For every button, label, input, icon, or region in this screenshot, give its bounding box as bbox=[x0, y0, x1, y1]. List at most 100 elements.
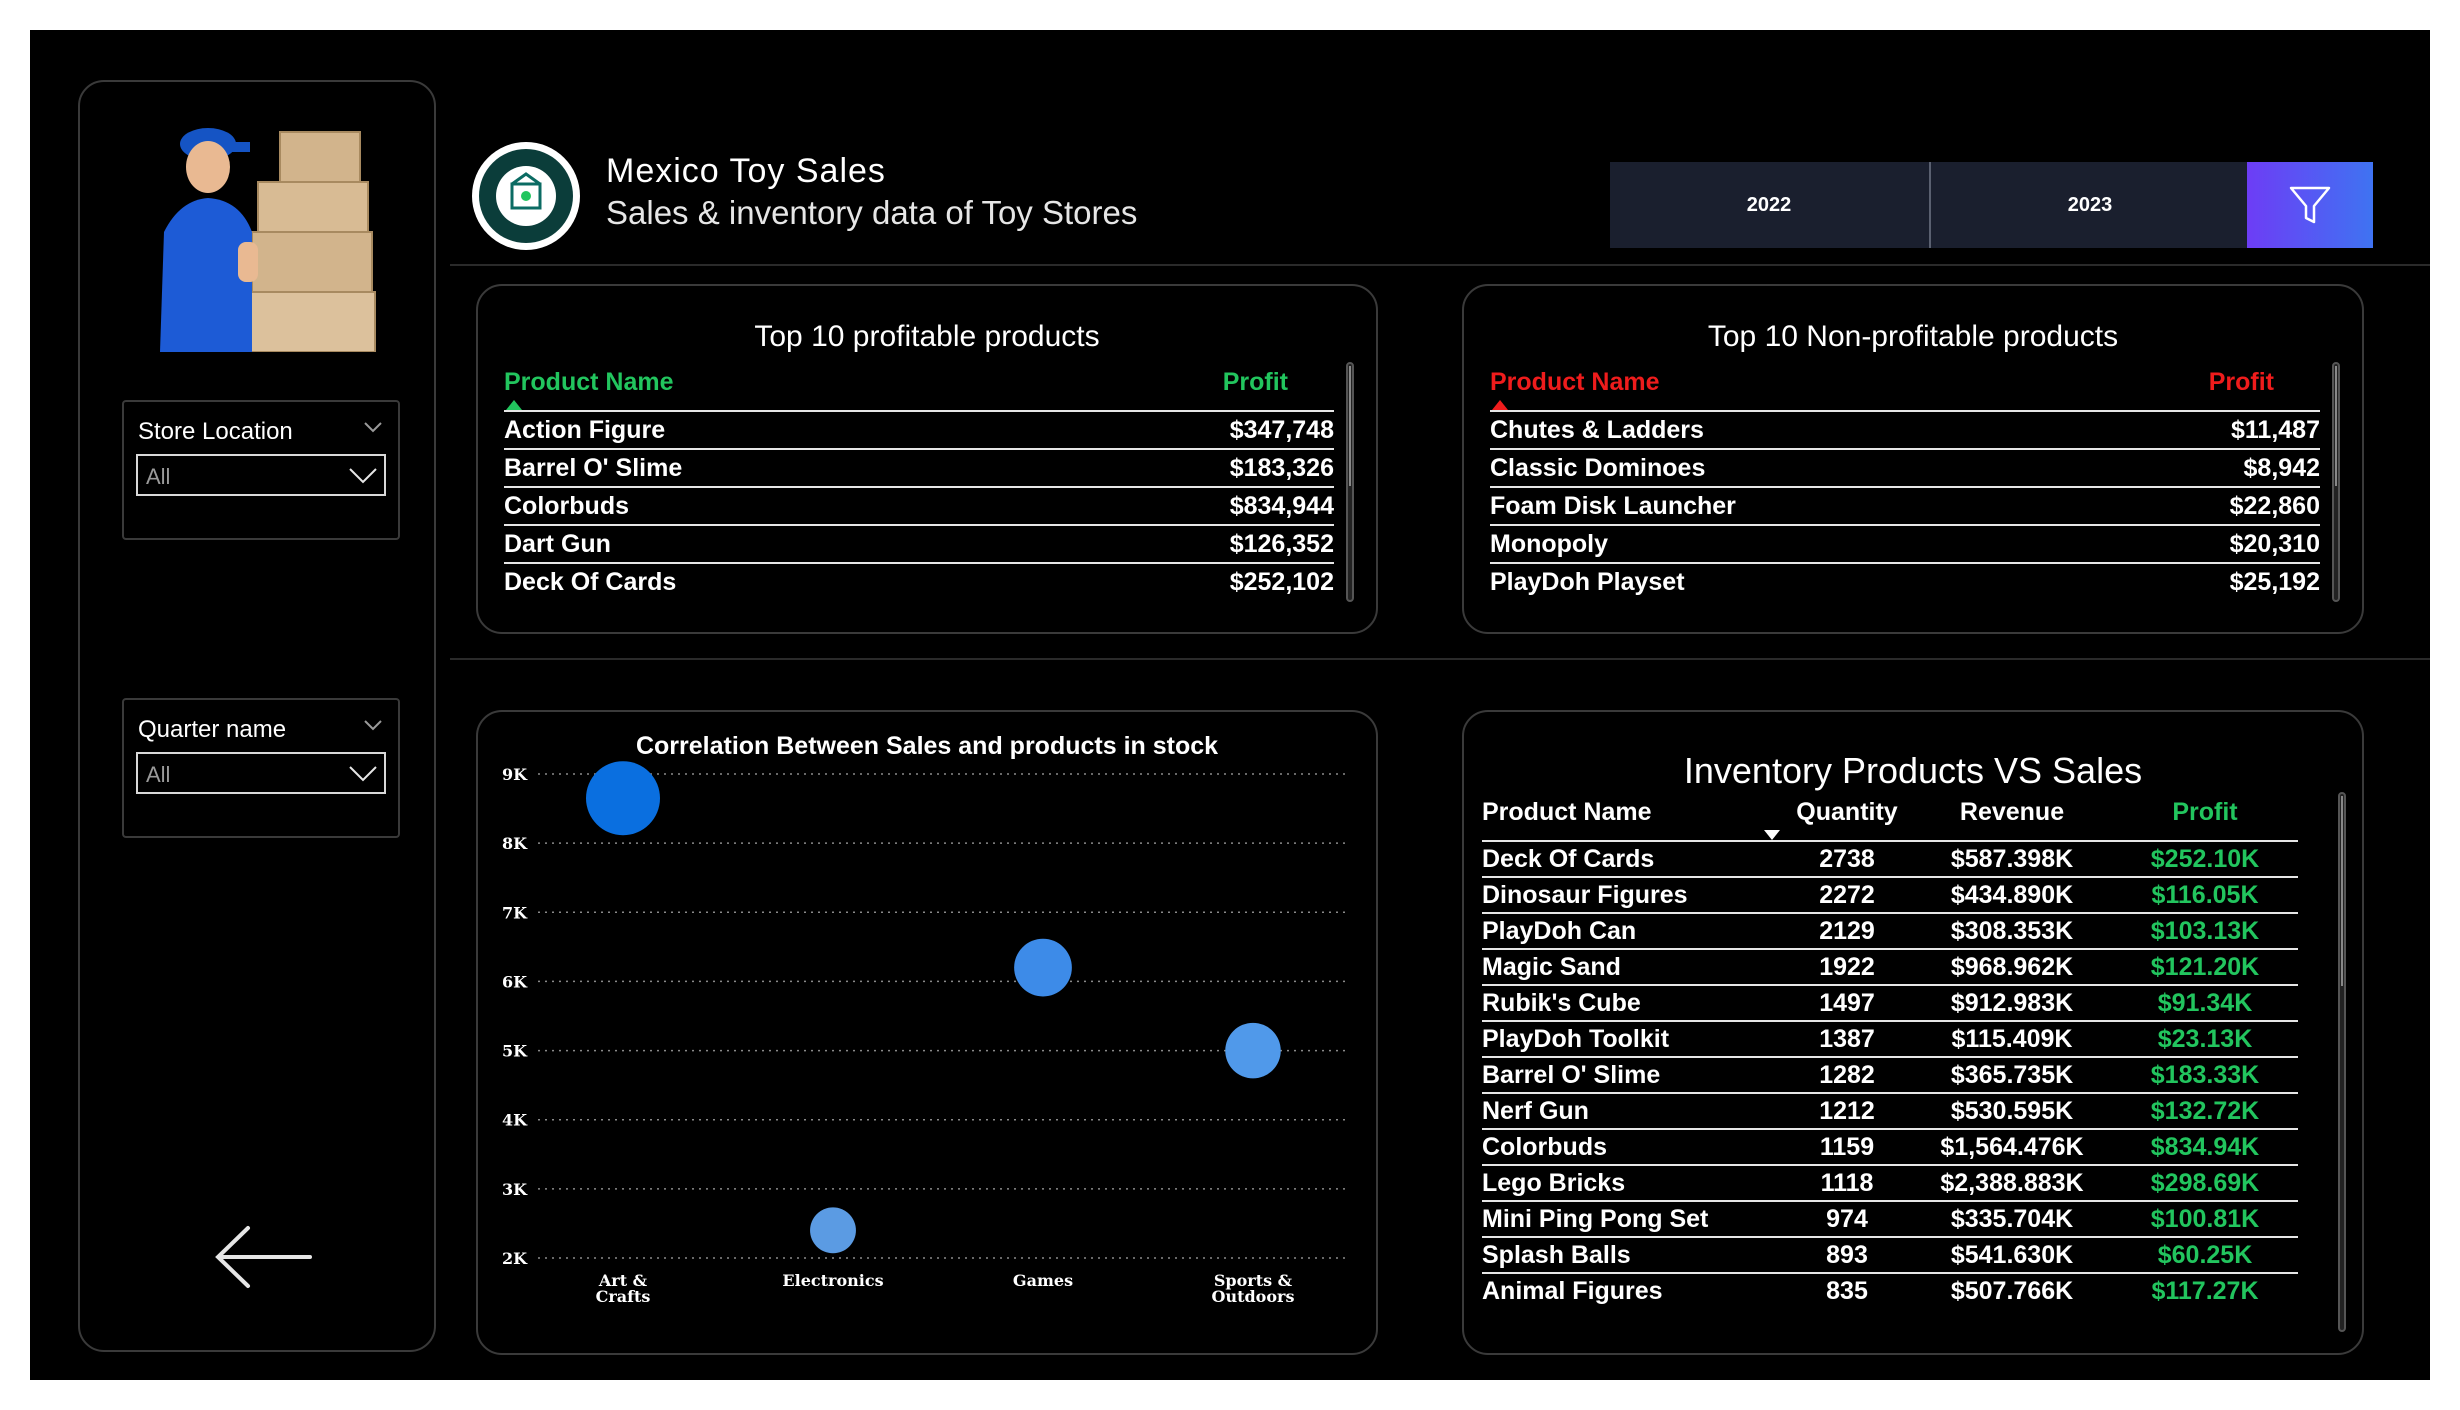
table-row[interactable]: Mini Ping Pong Set 974 $335.704K $100.81K bbox=[1482, 1200, 2298, 1237]
profitable-products-panel: Top 10 profitable products Product Name … bbox=[476, 284, 1378, 634]
back-arrow-icon[interactable] bbox=[210, 1222, 320, 1292]
year-button-2022[interactable]: 2022 bbox=[1610, 162, 1928, 248]
quantity-value: 835 bbox=[1782, 1272, 1912, 1308]
revenue-value: $587.398K bbox=[1912, 840, 2112, 877]
quantity-value: 1922 bbox=[1782, 948, 1912, 985]
table-row[interactable]: Barrel O' Slime $183,326 bbox=[504, 448, 1334, 487]
col-quantity-label: Quantity bbox=[1796, 798, 1898, 826]
col-product-name-label: Product Name bbox=[504, 368, 674, 396]
table-row[interactable]: Chutes & Ladders $11,487 bbox=[1490, 410, 2320, 449]
quantity-value: 2129 bbox=[1782, 912, 1912, 949]
col-revenue[interactable]: Revenue bbox=[1912, 798, 2112, 841]
revenue-value: $912.983K bbox=[1912, 984, 2112, 1021]
table-row[interactable]: Nerf Gun 1212 $530.595K $132.72K bbox=[1482, 1092, 2298, 1129]
product-name: Dart Gun bbox=[504, 524, 1015, 563]
y-tick-label: 5K bbox=[502, 1042, 528, 1061]
product-name: Splash Balls bbox=[1482, 1236, 1782, 1273]
table-row[interactable]: Magic Sand 1922 $968.962K $121.20K bbox=[1482, 948, 2298, 985]
table-row[interactable]: PlayDoh Toolkit 1387 $115.409K $23.13K bbox=[1482, 1020, 2298, 1057]
revenue-value: $308.353K bbox=[1912, 912, 2112, 949]
table-row[interactable]: Lego Bricks 1118 $2,388.883K $298.69K bbox=[1482, 1164, 2298, 1201]
toy-store-logo bbox=[472, 142, 580, 250]
filter-button[interactable] bbox=[2247, 162, 2373, 248]
col-profit[interactable]: Profit bbox=[2061, 368, 2320, 411]
scatter-point[interactable] bbox=[586, 761, 660, 836]
chevron-down-icon[interactable] bbox=[362, 714, 384, 736]
product-name: Chutes & Ladders bbox=[1490, 410, 2062, 449]
year-button-2023[interactable]: 2023 bbox=[1931, 162, 2249, 248]
table-row[interactable]: Foam Disk Launcher $22,860 bbox=[1490, 486, 2320, 525]
col-quantity[interactable]: Quantity bbox=[1764, 798, 1912, 841]
scrollbar[interactable] bbox=[2332, 362, 2340, 602]
table-row[interactable]: Monopoly $20,310 bbox=[1490, 524, 2320, 563]
table-row[interactable]: Colorbuds $834,944 bbox=[504, 486, 1334, 525]
page-subtitle: Sales & inventory data of Toy Stores bbox=[606, 194, 1138, 231]
product-name: Deck Of Cards bbox=[504, 562, 1015, 600]
product-name: Nerf Gun bbox=[1482, 1092, 1782, 1129]
profit-value: $11,487 bbox=[2061, 410, 2320, 449]
profit-value: $8,942 bbox=[2061, 448, 2320, 487]
product-name: Colorbuds bbox=[1482, 1128, 1782, 1165]
store-location-slicer[interactable]: Store Location All bbox=[122, 400, 400, 540]
store-location-dropdown[interactable]: All bbox=[136, 454, 386, 496]
quarter-slicer[interactable]: Quarter name All bbox=[122, 698, 400, 838]
quantity-value: 1118 bbox=[1782, 1164, 1912, 1201]
chevron-down-icon[interactable] bbox=[362, 416, 384, 438]
col-profit[interactable]: Profit bbox=[2112, 798, 2298, 841]
profit-value: $117.27K bbox=[2112, 1272, 2298, 1308]
revenue-value: $1,564.476K bbox=[1912, 1128, 2112, 1165]
table-row[interactable]: Rubik's Cube 1497 $912.983K $91.34K bbox=[1482, 984, 2298, 1021]
delivery-person-image bbox=[150, 112, 390, 352]
quantity-value: 1282 bbox=[1782, 1056, 1912, 1093]
scrollbar[interactable] bbox=[1346, 362, 1354, 602]
scatter-point[interactable] bbox=[810, 1207, 856, 1254]
quantity-value: 2738 bbox=[1782, 840, 1912, 877]
scatter-point[interactable] bbox=[1225, 1022, 1281, 1079]
product-name: PlayDoh Toolkit bbox=[1482, 1020, 1782, 1057]
nonprofitable-table: Product Name Profit Chutes & Ladders $11,… bbox=[1490, 368, 2320, 600]
revenue-value: $335.704K bbox=[1912, 1200, 2112, 1237]
col-product-name[interactable]: Product Name bbox=[504, 368, 1015, 411]
col-product-name[interactable]: Product Name bbox=[1482, 798, 1782, 841]
col-product-name-label: Product Name bbox=[1490, 368, 1660, 396]
product-name: Magic Sand bbox=[1482, 948, 1782, 985]
col-product-name[interactable]: Product Name bbox=[1490, 368, 2061, 411]
table-row[interactable]: Colorbuds 1159 $1,564.476K $834.94K bbox=[1482, 1128, 2298, 1165]
profit-value: $252.10K bbox=[2112, 840, 2298, 877]
profit-value: $252,102 bbox=[1014, 562, 1334, 600]
table-row[interactable]: Dart Gun $126,352 bbox=[504, 524, 1334, 563]
product-name: PlayDoh Can bbox=[1482, 912, 1782, 949]
sort-asc-icon bbox=[1492, 400, 1508, 410]
col-profit[interactable]: Profit bbox=[1015, 368, 1334, 411]
profit-value: $834.94K bbox=[2112, 1128, 2298, 1165]
revenue-value: $365.735K bbox=[1912, 1056, 2112, 1093]
product-name: Dinosaur Figures bbox=[1482, 876, 1782, 913]
table-row[interactable]: Action Figure $347,748 bbox=[504, 410, 1334, 449]
table-row[interactable]: Deck Of Cards $252,102 bbox=[504, 562, 1334, 600]
dropdown-arrow-icon bbox=[349, 766, 377, 782]
table-row[interactable]: Animal Figures 835 $507.766K $117.27K bbox=[1482, 1272, 2298, 1308]
revenue-value: $968.962K bbox=[1912, 948, 2112, 985]
table-row[interactable]: Deck Of Cards 2738 $587.398K $252.10K bbox=[1482, 840, 2298, 877]
table-row[interactable]: Splash Balls 893 $541.630K $60.25K bbox=[1482, 1236, 2298, 1273]
quantity-value: 2272 bbox=[1782, 876, 1912, 913]
table-row[interactable]: Classic Dominoes $8,942 bbox=[1490, 448, 2320, 487]
product-name: Colorbuds bbox=[504, 486, 1015, 525]
scatter-point[interactable] bbox=[1014, 938, 1072, 997]
quarter-dropdown[interactable]: All bbox=[136, 752, 386, 794]
quarter-label: Quarter name bbox=[138, 716, 287, 743]
inventory-table: Product Name Quantity Revenue Profit Dec… bbox=[1482, 798, 2298, 1308]
nonprofitable-title: Top 10 Non-profitable products bbox=[1707, 320, 2119, 353]
revenue-value: $2,388.883K bbox=[1912, 1164, 2112, 1201]
table-row[interactable]: Dinosaur Figures 2272 $434.890K $116.05K bbox=[1482, 876, 2298, 913]
sort-asc-icon bbox=[506, 400, 522, 410]
table-row[interactable]: PlayDoh Playset $25,192 bbox=[1490, 562, 2320, 600]
table-row[interactable]: PlayDoh Can 2129 $308.353K $103.13K bbox=[1482, 912, 2298, 949]
profit-value: $834,944 bbox=[1014, 486, 1334, 525]
table-row[interactable]: Barrel O' Slime 1282 $365.735K $183.33K bbox=[1482, 1056, 2298, 1093]
profit-value: $23.13K bbox=[2112, 1020, 2298, 1057]
y-tick-label: 9K bbox=[502, 765, 528, 784]
scrollbar[interactable] bbox=[2338, 792, 2346, 1332]
y-tick-label: 2K bbox=[502, 1249, 528, 1268]
inventory-title: Inventory Products VS Sales bbox=[1683, 750, 2143, 791]
